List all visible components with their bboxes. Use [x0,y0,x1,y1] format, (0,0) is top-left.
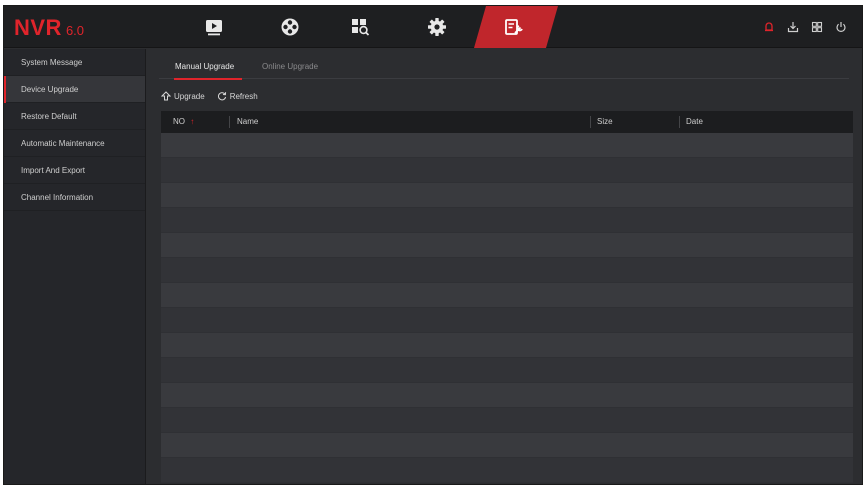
sidebar-item-device-upgrade[interactable]: Device Upgrade [4,76,145,103]
column-header-size[interactable]: Size [597,111,613,133]
top-bar: NVR 6.0 [4,6,862,48]
column-header-date[interactable]: Date [686,111,703,133]
sidebar-item-import-and-export[interactable]: Import And Export [4,157,145,184]
main-panel: Manual Upgrade Online Upgrade Upgrade Re… [147,49,862,484]
table-row [161,208,853,233]
column-header-name[interactable]: Name [237,111,258,133]
logo-brand: NVR [14,15,62,40]
column-separator [679,116,680,128]
table-header: NO ↑ Name Size Date [161,111,853,133]
settings-icon[interactable] [401,6,473,48]
playback-icon[interactable] [178,6,250,48]
upgrade-icon [161,91,171,101]
sidebar-item-system-message[interactable]: System Message [4,49,145,76]
table-row [161,458,853,483]
table-row [161,333,853,358]
sidebar-item-channel-information[interactable]: Channel Information [4,184,145,211]
table-row [161,158,853,183]
alarm-icon[interactable] [760,18,778,36]
tab-bar: Manual Upgrade Online Upgrade [159,57,849,80]
table-row [161,408,853,433]
firmware-table: NO ↑ Name Size Date [161,111,853,483]
upgrade-button[interactable]: Upgrade [161,91,205,101]
refresh-label: Refresh [229,91,258,101]
column-separator [229,116,230,128]
table-row [161,133,853,158]
download-icon[interactable] [784,18,802,36]
toolbar: Upgrade Refresh [161,89,270,103]
logo-version: 6.0 [65,23,85,38]
power-icon[interactable] [832,18,850,36]
multi-screen-icon[interactable] [808,18,826,36]
column-header-no[interactable]: NO ↑ [173,111,194,133]
column-separator [590,116,591,128]
logo: NVR 6.0 [14,15,84,41]
tab-online-upgrade[interactable]: Online Upgrade [262,62,318,71]
sidebar-item-automatic-maintenance[interactable]: Automatic Maintenance [4,130,145,157]
upgrade-label: Upgrade [174,91,205,101]
table-row [161,233,853,258]
sort-arrow-icon: ↑ [190,117,195,126]
sidebar-item-restore-default[interactable]: Restore Default [4,103,145,130]
table-body [161,133,853,483]
sidebar: System Message Device Upgrade Restore De… [4,49,146,484]
tab-manual-upgrade[interactable]: Manual Upgrade [175,62,234,71]
table-row [161,283,853,308]
active-tab-indicator [174,78,242,80]
refresh-button[interactable]: Refresh [217,91,258,101]
refresh-icon [217,92,226,101]
table-row [161,383,853,408]
table-row [161,183,853,208]
table-row [161,358,853,383]
live-view-icon[interactable] [254,6,326,48]
search-icon[interactable] [324,6,396,48]
table-row [161,308,853,333]
system-maintenance-icon[interactable] [478,6,550,48]
nvr-window: NVR 6.0 System Message Device Upgrade Re… [3,5,863,485]
table-row [161,433,853,458]
table-row [161,258,853,283]
